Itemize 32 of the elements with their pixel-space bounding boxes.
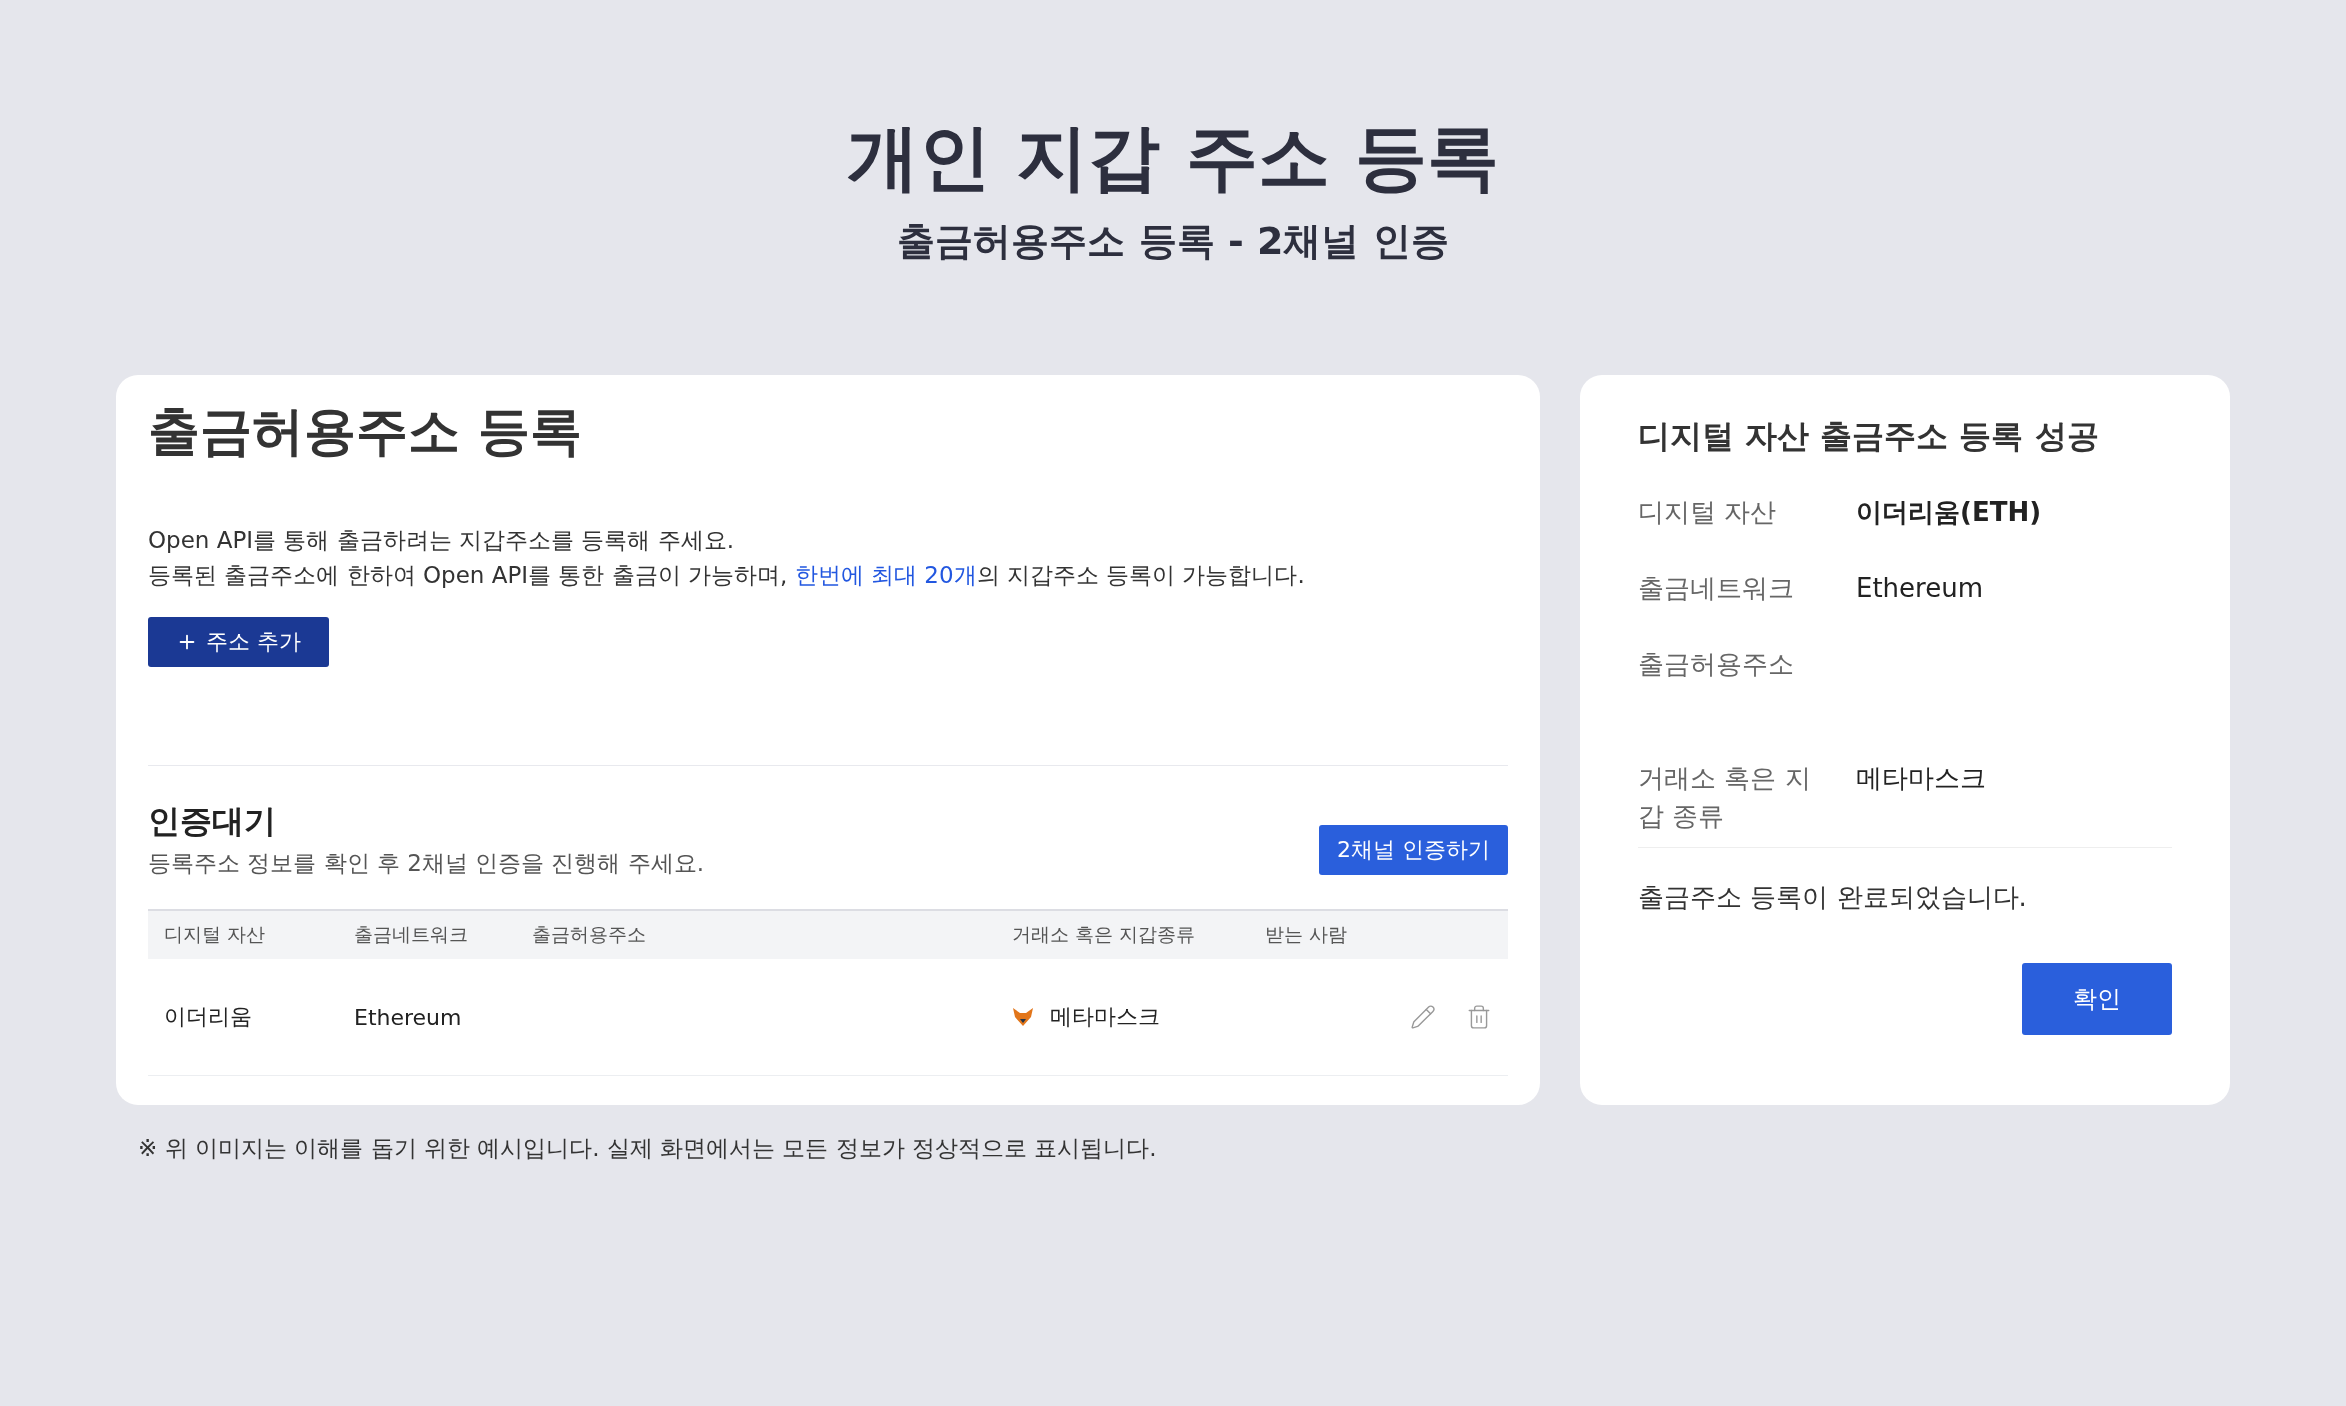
field-value: 이더리움(ETH): [1856, 496, 2043, 529]
column-header: 디지털 자산: [164, 922, 267, 947]
section-description: 등록주소 정보를 확인 후 2채널 인증을 진행해 주세요.: [148, 849, 705, 878]
description-text: Open API를 통해 출금하려는 지갑주소를 등록해 주세요.: [148, 526, 735, 555]
table-cell-text: 이더리움: [164, 1003, 253, 1031]
limit-link[interactable]: 한번에 최대 20개: [794, 562, 977, 588]
field-value: 메타마스크: [1856, 762, 1987, 795]
verify-button[interactable]: 2채널 인증하기: [1319, 825, 1508, 875]
column-header: 거래소 혹은 지갑종류: [1012, 922, 1197, 947]
add-address-button[interactable]: 주소 추가: [148, 617, 329, 667]
column-header: 받는 사람: [1265, 922, 1349, 947]
field-label: 거래소 혹은 지갑 종류: [1638, 762, 1812, 833]
field-label: 디지털 자산: [1638, 496, 1778, 529]
description-text: 등록된 출금주소에 한하여 Open API를 통한 출금이 가능하며, 한번에 최대 20개의 지갑주소 등록이 가능합니다.: [148, 561, 1306, 590]
field-value: Ethereum: [1856, 572, 1985, 605]
fox-icon: [1012, 1007, 1034, 1027]
field-label: 출금허용주소: [1638, 648, 1795, 681]
field-label: 출금네트워크: [1638, 572, 1795, 605]
success-message: 출금주소 등록이 완료되었습니다.: [1638, 881, 2028, 914]
page-title: 개인 지갑 주소 등록: [847, 114, 1499, 201]
column-header: 출금허용주소: [532, 922, 647, 947]
section-title: 인증대기: [148, 801, 277, 842]
table-cell-text: 메타마스크: [1050, 1003, 1160, 1031]
page-subtitle: 출금허용주소 등록 - 2채널 인증: [897, 218, 1449, 265]
column-header: 출금네트워크: [354, 922, 469, 947]
card-title: 출금허용주소 등록: [148, 400, 584, 463]
footnote: ※ 위 이미지는 이해를 돕기 위한 예시입니다. 실제 화면에서는 모든 정보가 정상적으로 표시됩니다.: [138, 1134, 1158, 1163]
delete-icon[interactable]: [1466, 1004, 1492, 1030]
card-title: 디지털 자산 출금주소 등록 성공: [1638, 416, 2100, 457]
confirm-button[interactable]: 확인: [2022, 963, 2172, 1035]
edit-icon[interactable]: [1410, 1004, 1436, 1030]
table-cell-text: Ethereum: [354, 1004, 463, 1030]
